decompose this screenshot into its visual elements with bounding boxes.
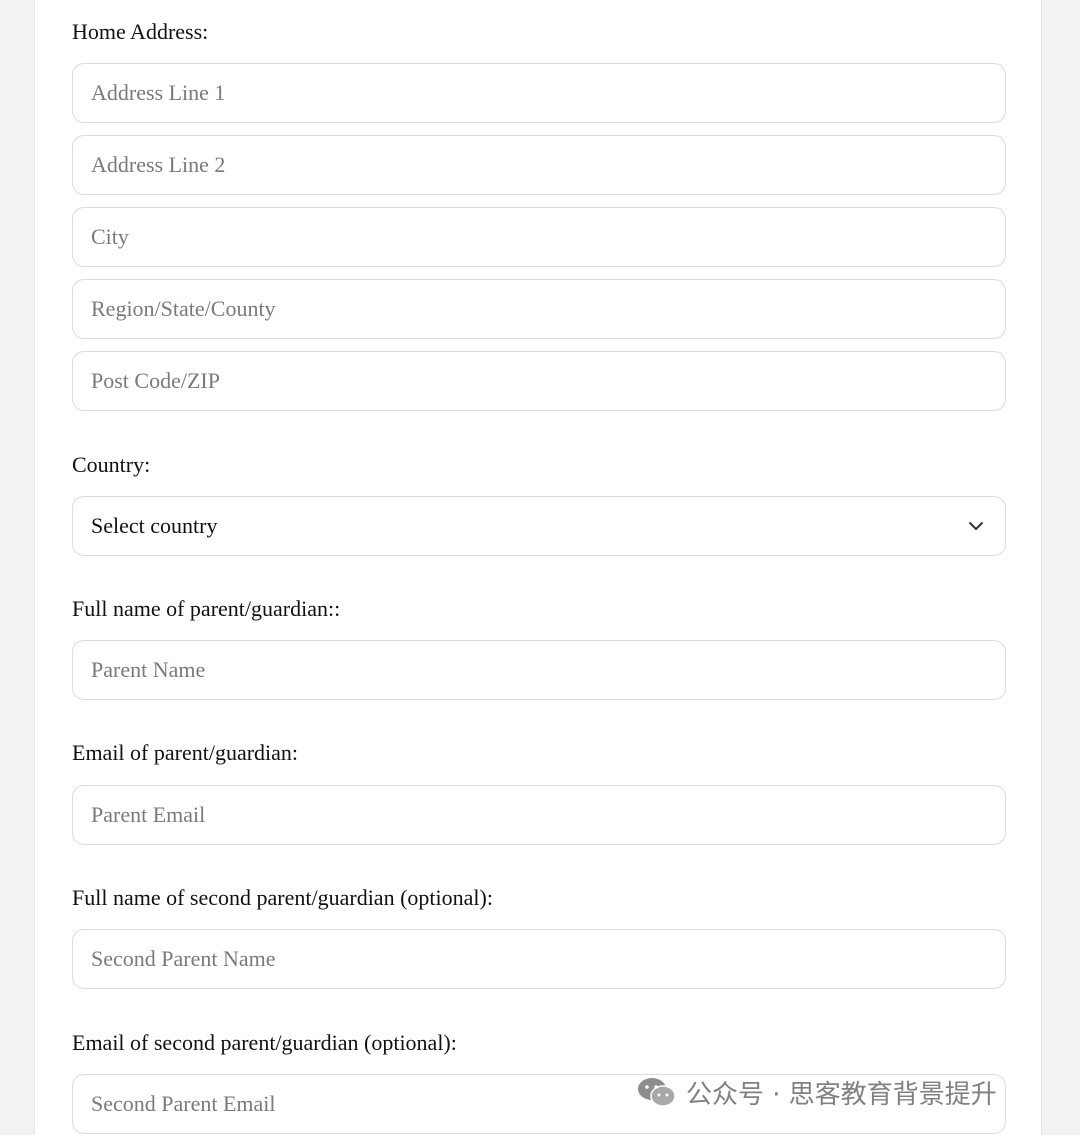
parent-name-input[interactable] (72, 640, 1006, 700)
watermark: 公众号 · 思客教育背景提升 (636, 1072, 997, 1112)
watermark-text: 公众号 · 思客教育背景提升 (686, 1079, 997, 1110)
parent-name-label: Full name of parent/guardian:: (72, 596, 341, 621)
address-line2-input[interactable] (72, 135, 1006, 195)
postcode-input[interactable] (72, 351, 1006, 411)
city-input[interactable] (72, 207, 1006, 267)
second-parent-name-label: Full name of second parent/guardian (opt… (72, 885, 493, 910)
country-select-value: Select country (91, 513, 218, 538)
home-address-label: Home Address: (72, 19, 209, 44)
parent-email-label: Email of parent/guardian: (72, 740, 299, 765)
country-select[interactable]: Select country (72, 496, 1006, 556)
chevron-down-icon (969, 522, 983, 530)
wechat-icon (638, 1078, 676, 1107)
parent-email-input[interactable] (72, 785, 1006, 845)
region-input[interactable] (72, 279, 1006, 339)
country-label: Country: (72, 452, 151, 477)
second-parent-name-input[interactable] (72, 929, 1006, 989)
second-parent-email-label: Email of second parent/guardian (optiona… (72, 1030, 457, 1055)
address-line1-input[interactable] (72, 63, 1006, 123)
form-page: Home Address: Country: Select country Fu… (34, 0, 1042, 1135)
